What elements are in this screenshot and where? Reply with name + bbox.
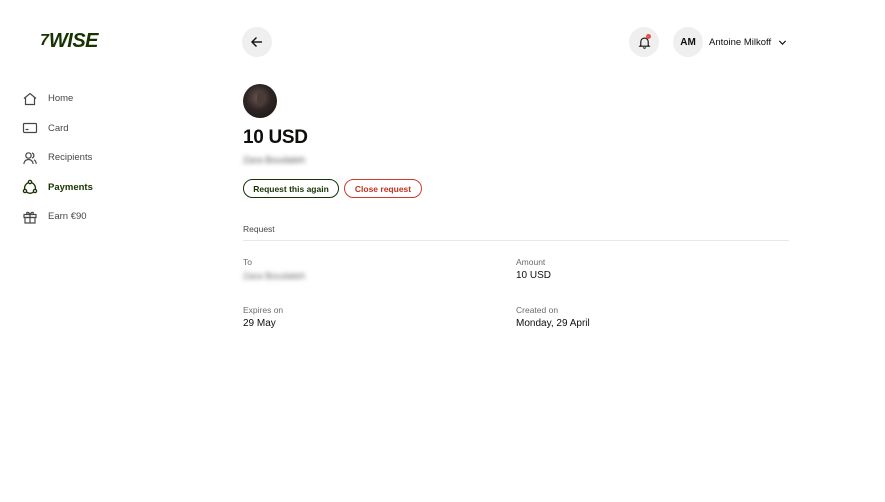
wise-flag-mark: 7	[40, 32, 49, 49]
request-again-button[interactable]: Request this again	[243, 179, 339, 198]
close-request-button[interactable]: Close request	[344, 179, 422, 198]
notification-dot	[646, 34, 651, 39]
card-icon	[22, 120, 38, 136]
wise-logo[interactable]: 7 WISE	[40, 29, 99, 52]
notifications-button[interactable]	[629, 27, 659, 57]
payments-icon	[22, 179, 38, 195]
amount-label: Amount	[516, 257, 546, 267]
sidebar-item-payments[interactable]: Payments	[22, 173, 192, 203]
to-label: To	[243, 257, 252, 267]
avatar: AM	[673, 27, 703, 57]
expires-value: 29 May	[243, 318, 276, 329]
recipient-avatar	[243, 84, 277, 118]
recipient-name: Zara Boudaleh	[243, 155, 306, 166]
sidebar-item-label: Home	[48, 93, 74, 105]
request-amount: 10 USD	[243, 127, 308, 148]
chevron-down-icon	[779, 39, 787, 45]
sidebar-nav: Home Card Recipients Payments Earn €90	[22, 84, 192, 232]
recipients-icon	[22, 150, 38, 166]
amount-value: 10 USD	[516, 270, 552, 281]
sidebar-item-card[interactable]: Card	[22, 114, 192, 144]
sidebar-item-earn[interactable]: Earn €90	[22, 202, 192, 232]
divider	[243, 240, 789, 241]
arrow-left-icon	[251, 37, 262, 47]
account-name: Antoine Milkoff	[709, 36, 772, 48]
section-title: Request	[243, 224, 275, 234]
sidebar-item-recipients[interactable]: Recipients	[22, 143, 192, 173]
sidebar-item-label: Payments	[48, 181, 93, 193]
gift-icon	[22, 209, 38, 225]
created-label: Created on	[516, 305, 559, 315]
sidebar-item-label: Card	[48, 122, 69, 134]
back-button[interactable]	[242, 27, 272, 57]
home-icon	[22, 91, 38, 107]
to-value: Zara Boudaleh	[243, 271, 306, 282]
expires-label: Expires on	[243, 305, 284, 315]
sidebar-item-home[interactable]: Home	[22, 84, 192, 114]
account-menu[interactable]: AM Antoine Milkoff	[673, 27, 787, 57]
sidebar-item-label: Earn €90	[48, 211, 87, 223]
wise-wordmark: WISE	[48, 29, 99, 52]
sidebar-item-label: Recipients	[48, 152, 93, 164]
created-value: Monday, 29 April	[516, 318, 590, 329]
